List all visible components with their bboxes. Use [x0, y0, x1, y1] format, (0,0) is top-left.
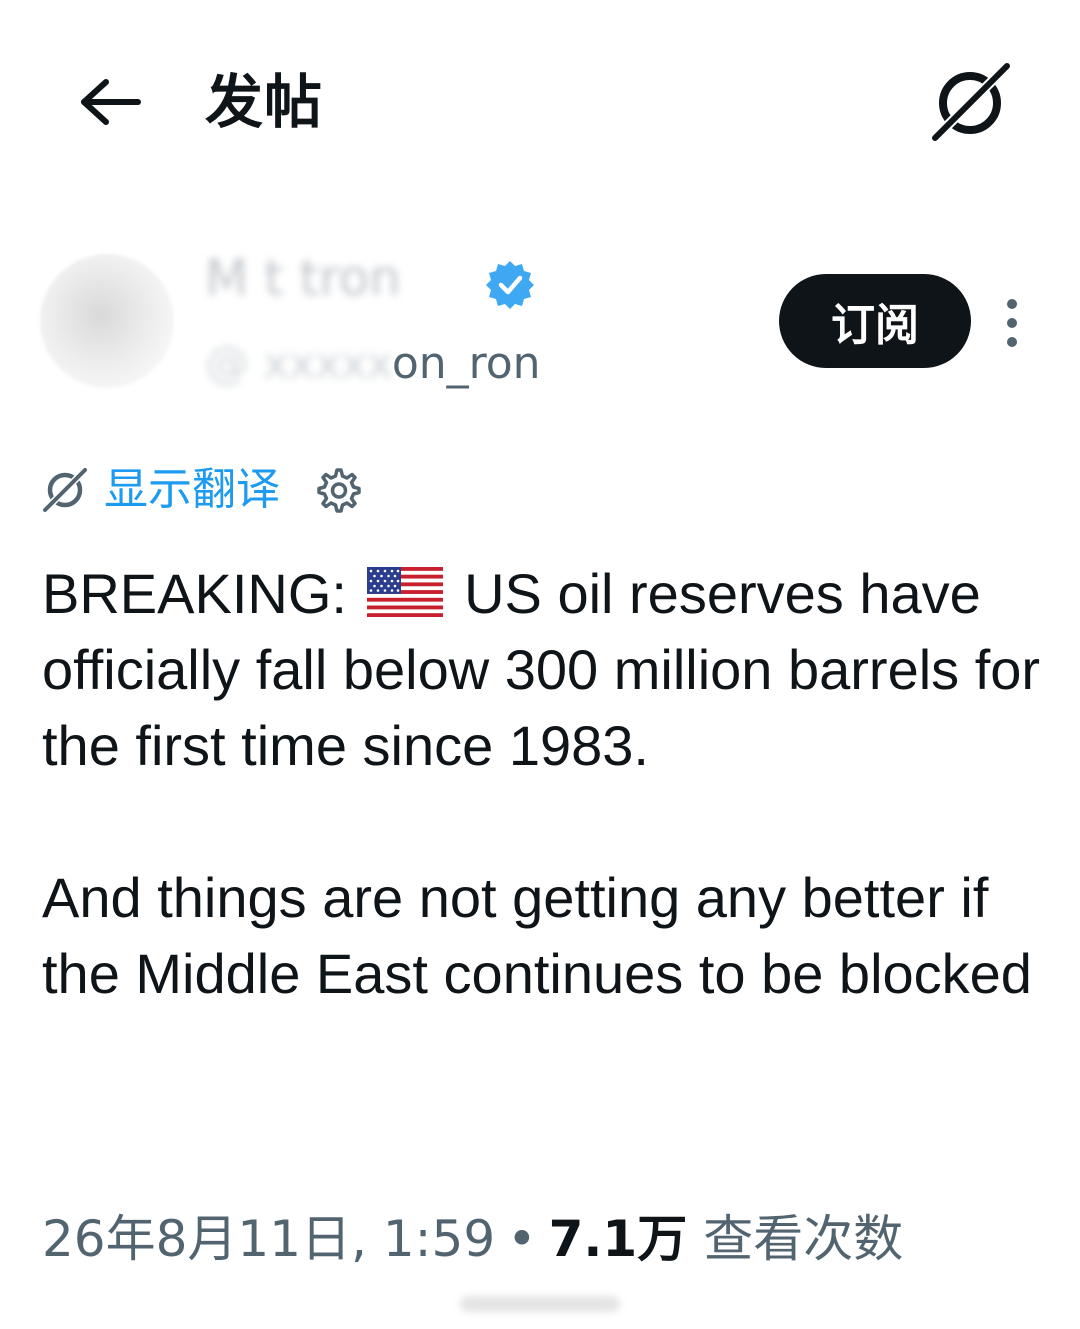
- us-flag-icon: [366, 567, 443, 617]
- grok-icon: [40, 465, 90, 515]
- views-label: 查看次数: [703, 1210, 904, 1268]
- gear-icon: [317, 468, 361, 513]
- page-title: 发帖: [205, 68, 324, 136]
- breaking-prefix: BREAKING:: [42, 562, 347, 625]
- grok-icon: [928, 60, 1014, 145]
- translation-settings-button[interactable]: [312, 465, 362, 515]
- tweet-meta: 26年8月11日, 1:59 • 7.1万 查看次数: [42, 1204, 903, 1274]
- author-handle[interactable]: @ xxxxxon_ron: [205, 336, 541, 392]
- tweet-text: BREAKING: US oil reserves have officiall…: [42, 556, 1052, 1012]
- views-count: 7.1万: [548, 1210, 688, 1268]
- tweet-paragraph-2: And things are not getting any better if…: [42, 866, 1032, 1005]
- grok-button[interactable]: [922, 58, 1018, 148]
- translate-grok-icon-wrap: [40, 465, 90, 515]
- handle-hidden-part: @: [205, 338, 249, 389]
- avatar[interactable]: [40, 254, 174, 388]
- author-display-name[interactable]: M t tron: [205, 248, 401, 308]
- meta-separator: •: [507, 1210, 537, 1268]
- show-translation-link[interactable]: 显示翻译: [104, 460, 280, 520]
- more-options-button[interactable]: [994, 296, 1030, 350]
- arrow-left-icon: [81, 79, 141, 125]
- translate-row: 显示翻译: [40, 460, 362, 520]
- more-vertical-icon: [1007, 299, 1017, 347]
- verified-badge-icon: [486, 261, 534, 309]
- back-button[interactable]: [72, 68, 148, 136]
- blurred-watermark: [460, 1296, 620, 1312]
- subscribe-button[interactable]: 订阅: [779, 274, 971, 368]
- handle-visible-part: on_ron: [391, 338, 541, 389]
- post-timestamp[interactable]: 26年8月11日, 1:59: [42, 1204, 495, 1274]
- tweet-paragraph-1: BREAKING: US oil reserves have officiall…: [42, 556, 1052, 784]
- top-bar: 发帖: [0, 0, 1080, 200]
